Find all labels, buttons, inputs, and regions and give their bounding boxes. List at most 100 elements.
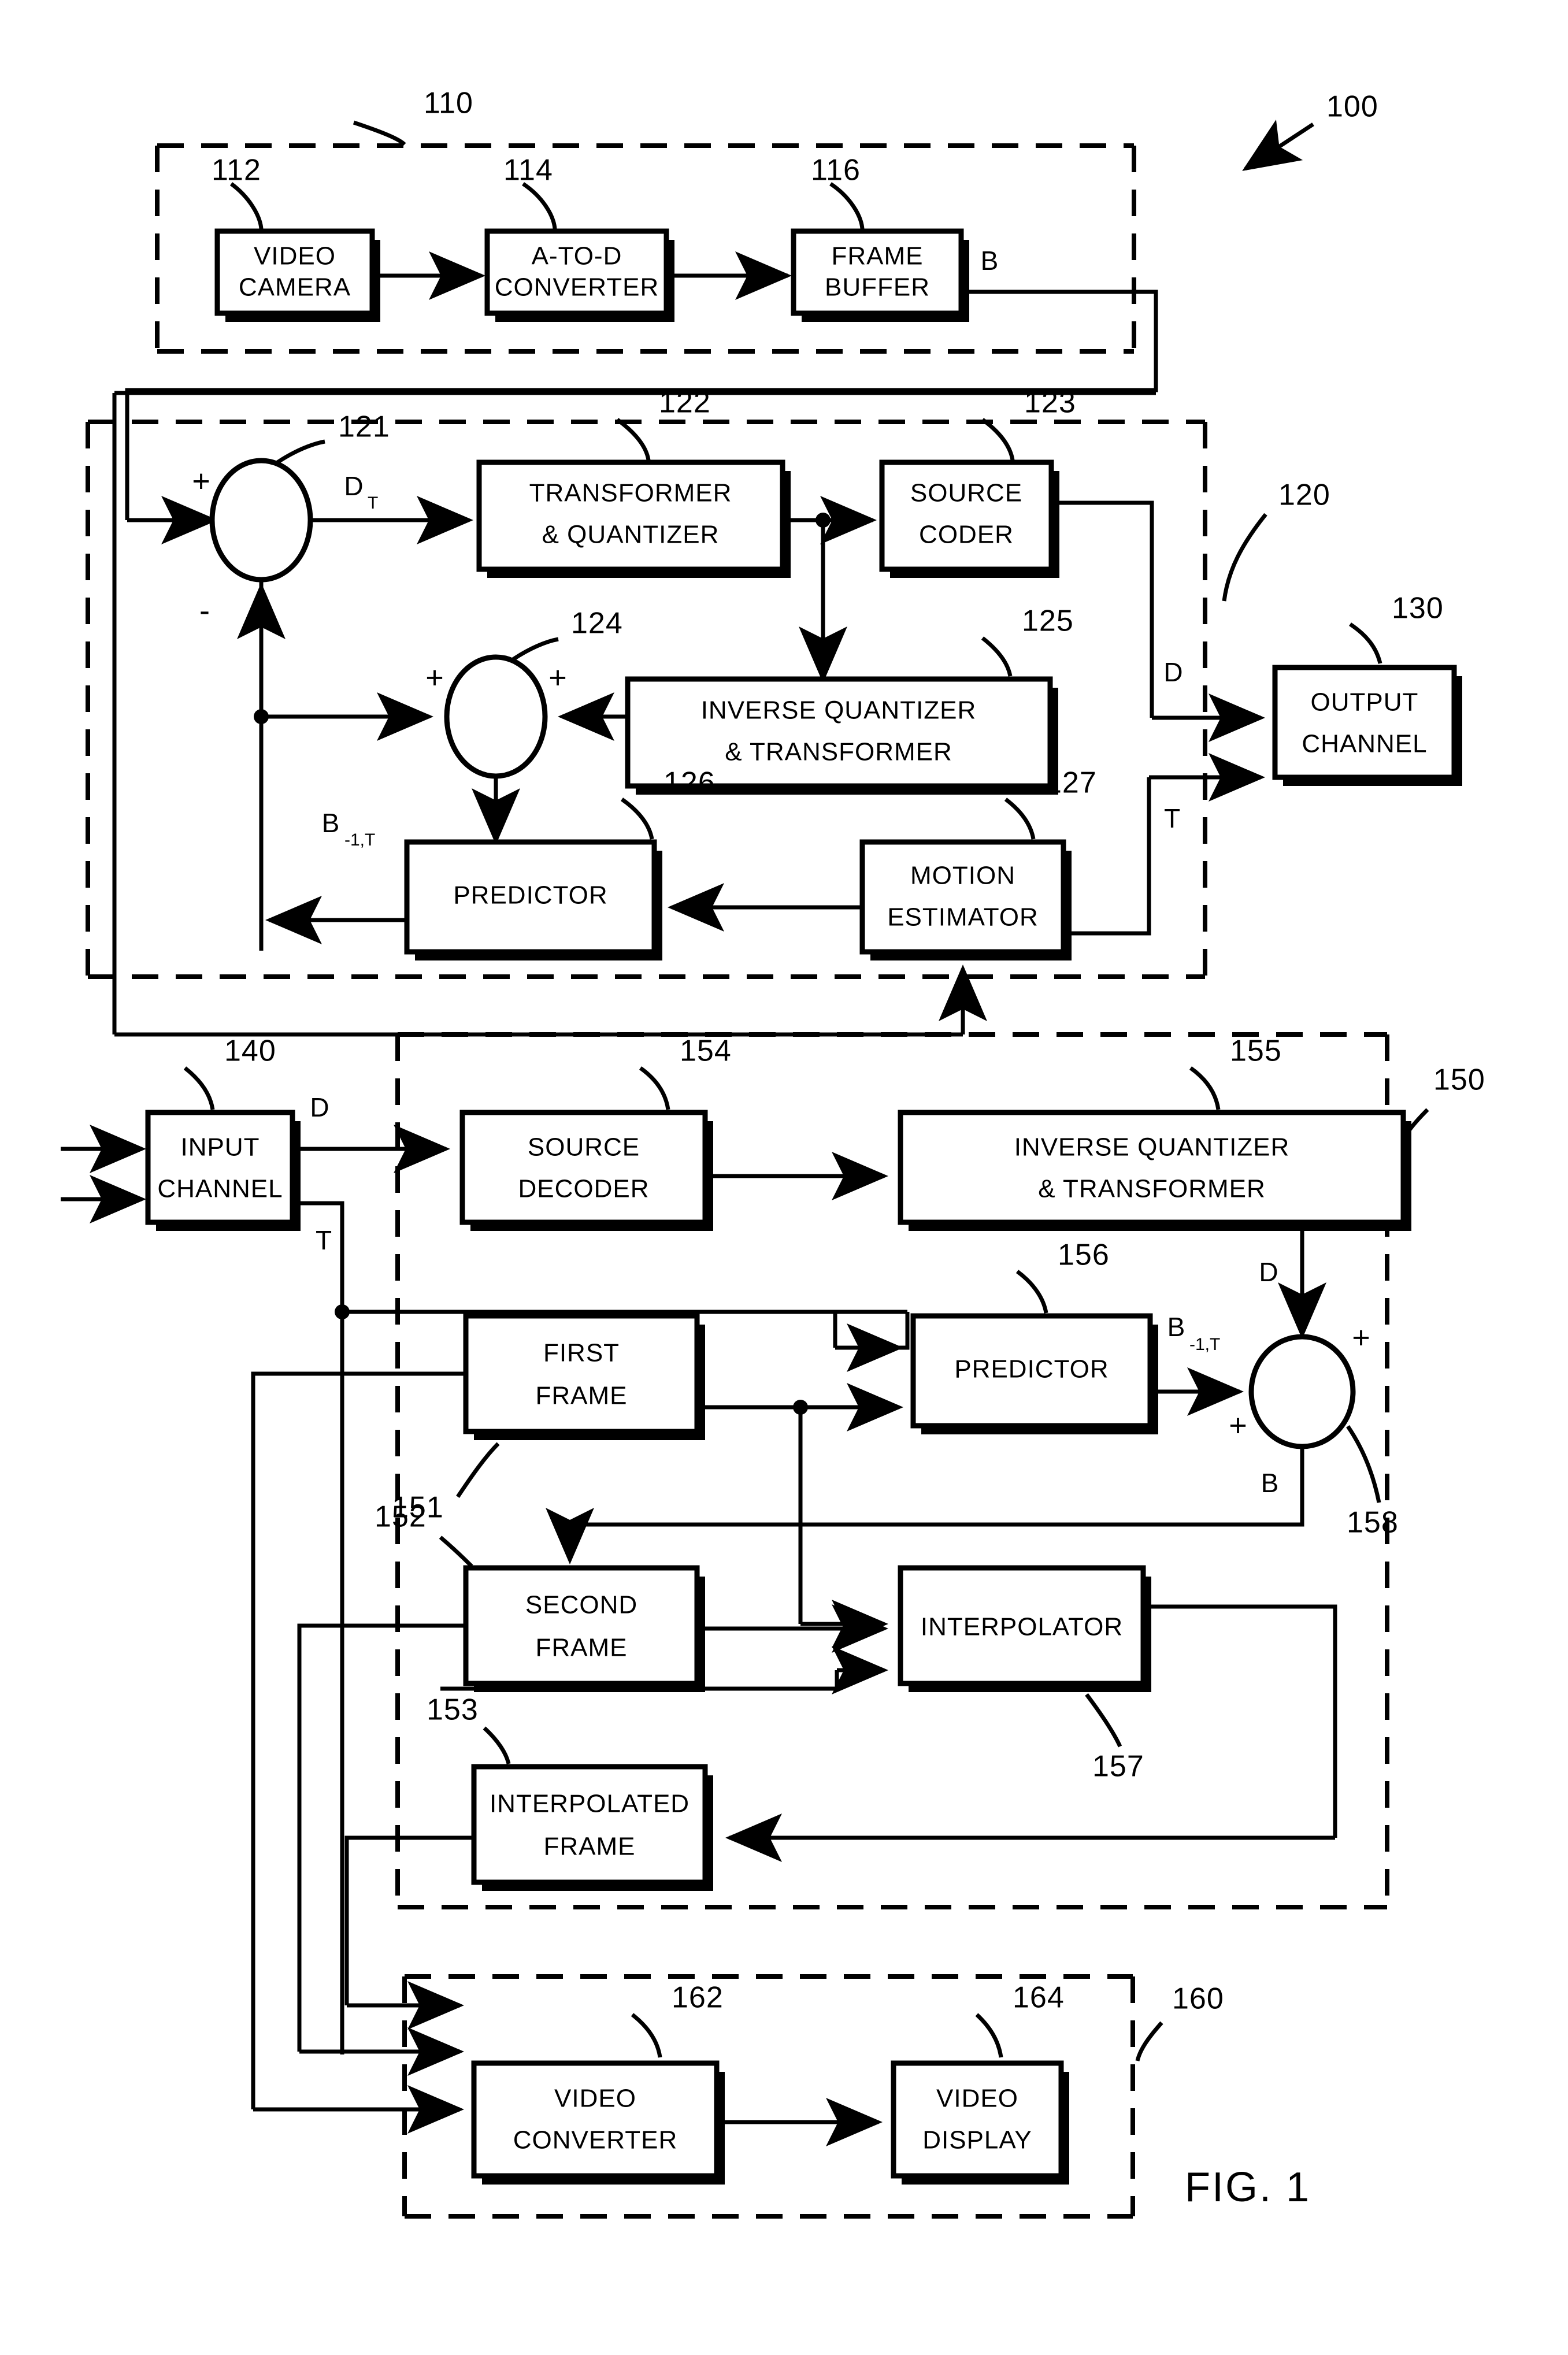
block-label-line: DISPLAY — [922, 2126, 1032, 2154]
ref-124: 124 — [571, 607, 623, 640]
block-interpolator: INTERPOLATOR — [898, 1565, 1151, 1692]
ref-100: 100 — [1326, 90, 1378, 124]
block-label-line: A-TO-D — [532, 242, 622, 270]
block-label-line: FRAME — [536, 1634, 628, 1662]
junction-summer-124 — [444, 654, 548, 779]
sign-plus-121: + — [192, 463, 210, 498]
block-video-display: VIDEO DISPLAY — [891, 2060, 1069, 2185]
block-label-line: DECODER — [518, 1175, 649, 1203]
block-label-line: & TRANSFORMER — [725, 738, 952, 766]
block-label-line: SOURCE — [528, 1133, 640, 1162]
ref-114: 114 — [503, 154, 553, 187]
block-video-converter: VIDEO CONVERTER — [471, 2060, 725, 2185]
ref-122: 122 — [659, 386, 711, 420]
sign-plus-158-top: + — [1352, 1320, 1370, 1355]
block-label-line: SECOND — [525, 1591, 637, 1619]
block-label-line: BUFFER — [825, 273, 930, 302]
block-label-line: CAMERA — [239, 273, 351, 302]
block-predictor-enc: PREDICTOR — [404, 839, 662, 960]
block-label-line: VIDEO — [936, 2085, 1018, 2113]
ref-140: 140 — [224, 1034, 276, 1068]
signal-label-b-dec: B — [1261, 1468, 1279, 1498]
block-label-line: TRANSFORMER — [529, 479, 732, 507]
junction-summer-121 — [209, 458, 313, 583]
block-label-line: FIRST — [543, 1339, 620, 1367]
ref-127: 127 — [1045, 766, 1097, 800]
ref-152: 152 — [375, 1500, 427, 1534]
ref-162: 162 — [672, 1981, 724, 2015]
sign-plus-124-left: + — [425, 660, 444, 695]
ref-123: 123 — [1024, 386, 1076, 420]
ref-156: 156 — [1058, 1238, 1110, 1272]
block-label-line: PREDICTOR — [453, 881, 607, 910]
ref-112: 112 — [212, 154, 261, 187]
block-interpolated-frame: INTERPOLATED FRAME — [471, 1764, 713, 1891]
signal-label-t-enc: T — [1164, 803, 1180, 833]
block-source-coder: SOURCE CODER — [879, 459, 1059, 578]
block-output-channel: OUTPUT CHANNEL — [1272, 665, 1462, 786]
ref-160: 160 — [1172, 1982, 1224, 2016]
block-label-line: & TRANSFORMER — [1038, 1175, 1266, 1203]
block-source-decoder: SOURCE DECODER — [459, 1110, 713, 1231]
block-label-line: FRAME — [536, 1382, 628, 1410]
figure-caption: FIG. 1 — [1185, 2164, 1311, 2211]
block-label-line: INPUT — [181, 1133, 260, 1162]
ref-150: 150 — [1433, 1063, 1485, 1097]
ref-154: 154 — [680, 1034, 732, 1068]
sign-plus-158-bottom: + — [1229, 1408, 1247, 1442]
block-label-line: VIDEO — [554, 2085, 636, 2113]
block-label-line: ESTIMATOR — [887, 903, 1039, 932]
ref-125: 125 — [1022, 604, 1074, 638]
signal-label-d-enc: D — [1163, 657, 1183, 687]
ref-121: 121 — [338, 410, 390, 444]
block-label-line: INVERSE QUANTIZER — [701, 696, 977, 725]
block-label-line: FRAME — [544, 1833, 636, 1861]
signal-label-b: B — [981, 246, 999, 276]
ref-120: 120 — [1278, 479, 1330, 512]
block-inverse-quantizer-transformer-dec: INVERSE QUANTIZER & TRANSFORMER — [898, 1110, 1411, 1231]
ref-157: 157 — [1092, 1750, 1144, 1783]
block-label-line: INTERPOLATOR — [921, 1613, 1123, 1641]
block-label-line: PREDICTOR — [954, 1355, 1109, 1384]
block-label-line: CHANNEL — [1302, 730, 1427, 758]
block-label-line: & QUANTIZER — [542, 521, 720, 549]
block-label-line: VIDEO — [254, 242, 336, 270]
block-predictor-dec: PREDICTOR — [910, 1313, 1158, 1434]
block-second-frame: SECOND FRAME — [463, 1565, 705, 1692]
block-label-line: CHANNEL — [157, 1175, 283, 1203]
signal-label-d-dec: D — [1259, 1257, 1278, 1287]
block-label-line: MOTION — [910, 862, 1015, 890]
block-label-line: CONVERTER — [513, 2126, 677, 2154]
ref-164: 164 — [1013, 1981, 1065, 2015]
signal-label-d-dec-in: D — [310, 1092, 329, 1122]
block-label-line: SOURCE — [910, 479, 1022, 507]
block-label-line: CODER — [919, 521, 1014, 549]
signal-label-d-sub-t-subscript: T — [368, 494, 378, 513]
block-motion-estimator: MOTION ESTIMATOR — [859, 839, 1072, 960]
ref-130: 130 — [1392, 592, 1444, 625]
ref-158: 158 — [1347, 1506, 1399, 1540]
block-label-line: CONVERTER — [495, 273, 659, 302]
signal-label-b-minus1t-dec-subscript: -1,T — [1189, 1335, 1220, 1354]
block-label-line: OUTPUT — [1311, 688, 1419, 717]
ref-110: 110 — [424, 87, 473, 120]
signal-label-t-dec-in: T — [316, 1225, 332, 1255]
sign-plus-124-right: + — [548, 660, 567, 695]
signal-label-b-minus1t-dec: B — [1167, 1312, 1185, 1342]
sign-minus-121: - — [199, 593, 210, 628]
block-a-to-d-converter: A-TO-D CONVERTER — [484, 228, 674, 322]
block-video-camera: VIDEO CAMERA — [214, 228, 380, 322]
block-label-line: FRAME — [832, 242, 924, 270]
block-label-line: INTERPOLATED — [490, 1790, 690, 1818]
block-input-channel: INPUT CHANNEL — [145, 1110, 301, 1231]
block-frame-buffer: FRAME BUFFER — [791, 228, 969, 322]
block-first-frame: FIRST FRAME — [463, 1313, 705, 1440]
block-label-line: INVERSE QUANTIZER — [1014, 1133, 1290, 1162]
block-diagram-canvas: 110 100 VIDEO CAMERA 112 A-TO-D CONVERTE… — [0, 0, 1568, 2355]
ref-116: 116 — [811, 154, 861, 187]
signal-label-b-minus1t-enc-subscript: -1,T — [344, 830, 375, 850]
ref-153: 153 — [427, 1693, 479, 1727]
ref-126: 126 — [663, 766, 716, 800]
signal-label-d-sub-t: D — [344, 471, 363, 501]
block-transformer-quantizer: TRANSFORMER & QUANTIZER — [476, 459, 791, 578]
